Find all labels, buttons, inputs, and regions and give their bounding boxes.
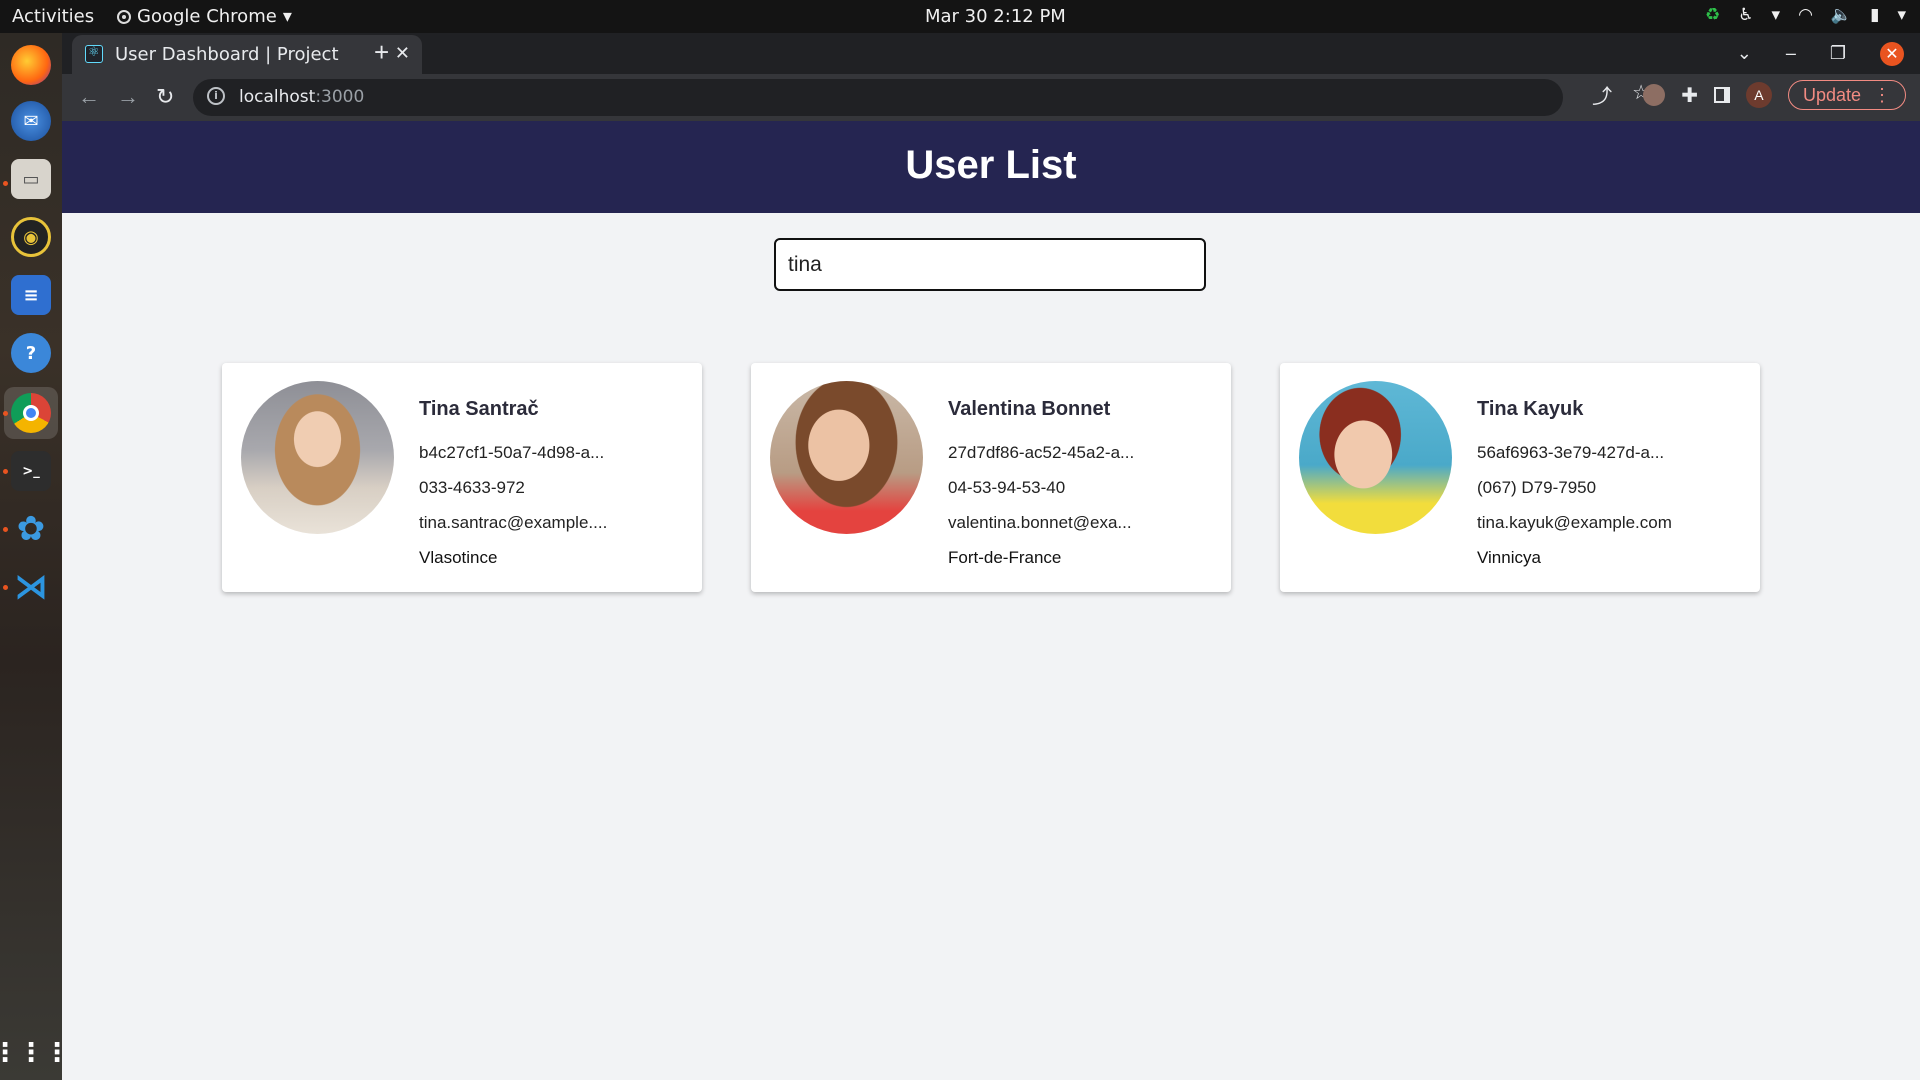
clock[interactable]: Mar 30 2:12 PM — [925, 6, 1066, 27]
close-icon[interactable]: ✕ — [395, 43, 410, 64]
tab-strip: User Dashboard | Project ✕ + ⌄ – ❐ ✕ — [62, 33, 1920, 74]
user-card[interactable]: Tina Kayuk 56af6963-3e79-427d-a... (067)… — [1280, 363, 1760, 592]
extensions-puzzle-icon[interactable]: ✚ — [1681, 83, 1698, 108]
user-name: Valentina Bonnet — [948, 398, 1111, 420]
app-grid-icon[interactable]: ⋮⋮⋮ — [0, 1033, 70, 1073]
rhythmbox-icon[interactable]: ◉ — [11, 217, 51, 257]
url-host: localhost — [239, 87, 316, 107]
restore-icon[interactable]: ❐ — [1830, 43, 1846, 64]
chevron-down-icon: ▾ — [282, 6, 292, 27]
react-favicon-icon — [85, 45, 103, 63]
terminal-icon[interactable]: >_ — [11, 451, 51, 491]
omnibox-actions: ⤴ ☆ — [1592, 80, 1650, 109]
tab-title: User Dashboard | Project — [115, 44, 339, 65]
page-title: User List — [905, 143, 1077, 187]
user-id: b4c27cf1-50a7-4d98-a... — [419, 443, 605, 462]
chevron-down-icon[interactable]: ⌄ — [1737, 43, 1752, 64]
minimize-icon[interactable]: – — [1786, 43, 1796, 64]
user-name: Tina Kayuk — [1477, 398, 1584, 420]
browser-toolbar: ← → ↻ i localhost:3000 ⤴ ☆ ✚ A Update ⋮ — [62, 74, 1920, 121]
user-avatar — [1299, 381, 1452, 534]
chrome-small-icon — [117, 9, 131, 24]
search-input[interactable] — [774, 238, 1206, 291]
running-indicator — [3, 181, 8, 186]
user-email: tina.santrac@example.... — [419, 513, 608, 532]
chrome-icon[interactable] — [11, 393, 51, 433]
user-avatar — [241, 381, 394, 534]
files-icon[interactable]: ▭ — [11, 159, 51, 199]
thunderbird-icon[interactable]: ✉ — [11, 101, 51, 141]
more-menu-icon: ⋮ — [1873, 84, 1891, 105]
vscode-icon[interactable]: ⋊ — [11, 567, 51, 607]
app-menu[interactable]: Google Chrome ▾ — [117, 6, 292, 27]
new-tab-icon[interactable]: + — [374, 37, 389, 68]
side-panel-icon[interactable] — [1713, 87, 1730, 103]
accessibility-icon[interactable]: ♿ — [1738, 5, 1753, 25]
url-text: localhost:3000 — [239, 87, 364, 107]
user-email: valentina.bonnet@exa... — [948, 513, 1132, 532]
activities-button[interactable]: Activities — [12, 6, 94, 27]
user-email: tina.kayuk@example.com — [1477, 513, 1672, 532]
share-icon[interactable]: ⤴ — [1592, 80, 1612, 109]
address-bar[interactable]: i localhost:3000 — [193, 79, 1563, 116]
page-header: User List — [62, 121, 1920, 213]
wifi-icon[interactable]: ◠ — [1798, 5, 1813, 25]
writer-icon[interactable]: ≡ — [11, 275, 51, 315]
back-arrow-icon[interactable]: ← — [78, 84, 100, 110]
volume-icon[interactable]: 🔈 — [1831, 5, 1852, 25]
user-city: Fort-de-France — [948, 548, 1062, 567]
app-menu-label: Google Chrome — [137, 6, 277, 27]
user-card[interactable]: Valentina Bonnet 27d7df86-ac52-45a2-a...… — [751, 363, 1231, 592]
window-controls: ⌄ – ❐ ✕ — [1737, 33, 1920, 74]
chevron-down-icon[interactable]: ▾ — [1772, 5, 1781, 25]
update-label: Update — [1802, 84, 1861, 105]
window-close-icon[interactable]: ✕ — [1880, 41, 1904, 66]
user-card[interactable]: Tina Santrač b4c27cf1-50a7-4d98-a... 033… — [222, 363, 702, 592]
url-port: :3000 — [315, 87, 365, 107]
battery-icon[interactable]: ▮ — [1870, 5, 1879, 25]
user-id: 56af6963-3e79-427d-a... — [1477, 443, 1665, 462]
extension-icon[interactable] — [1643, 84, 1666, 106]
user-city: Vinnicya — [1477, 548, 1541, 567]
running-indicator — [3, 411, 8, 416]
user-phone: 033-4633-972 — [419, 478, 525, 497]
system-tray[interactable]: ♻ ♿ ▾ ◠ 🔈 ▮ ▾ — [1705, 5, 1906, 25]
user-phone: 04-53-94-53-40 — [948, 478, 1066, 497]
user-avatar — [770, 381, 923, 534]
user-phone: (067) D79-7950 — [1477, 478, 1597, 497]
user-id: 27d7df86-ac52-45a2-a... — [948, 443, 1135, 462]
firefox-icon[interactable] — [11, 45, 51, 85]
tab-active[interactable]: User Dashboard | Project ✕ — [72, 35, 422, 74]
running-indicator — [3, 469, 8, 474]
user-city: Vlasotince — [419, 548, 498, 567]
browser-window: User Dashboard | Project ✕ + ⌄ – ❐ ✕ ← →… — [62, 33, 1920, 1080]
forward-arrow-icon[interactable]: → — [117, 84, 139, 110]
profile-avatar[interactable]: A — [1745, 82, 1772, 108]
recycle-icon[interactable]: ♻ — [1705, 5, 1720, 25]
info-icon[interactable]: i — [207, 87, 225, 105]
update-button[interactable]: Update ⋮ — [1787, 80, 1906, 110]
dock: ✉ ▭ ◉ ≡ ? >_ ✿ ⋊ ⋮⋮⋮ — [0, 33, 70, 1080]
toolbar-icons: ✚ A Update ⋮ — [1643, 80, 1906, 110]
page-content: User List Tina Santrač b4c27cf1-50a7-4d9… — [62, 121, 1920, 1080]
chevron-down-icon[interactable]: ▾ — [1897, 5, 1906, 25]
settings-icon[interactable]: ✿ — [11, 509, 51, 549]
user-name: Tina Santrač — [419, 398, 539, 420]
running-indicator — [3, 527, 8, 532]
running-indicator — [3, 585, 8, 590]
help-icon[interactable]: ? — [11, 333, 51, 373]
system-top-bar: Activities Google Chrome ▾ Mar 30 2:12 P… — [0, 0, 1920, 33]
reload-icon[interactable]: ↻ — [156, 84, 174, 110]
